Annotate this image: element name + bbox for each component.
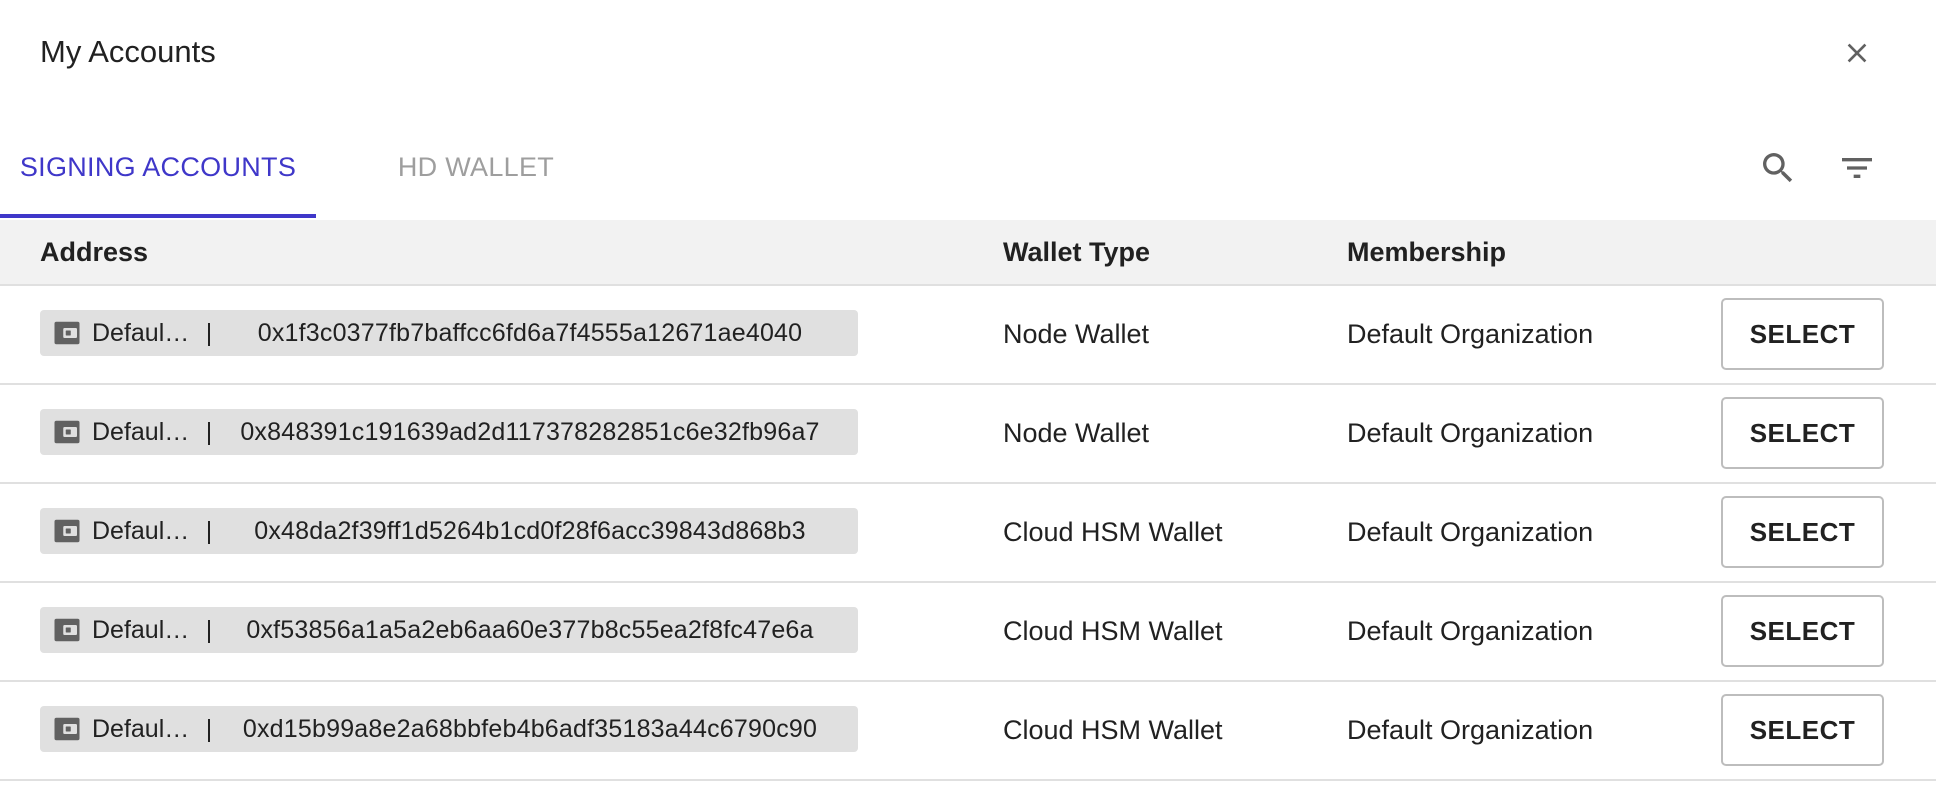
close-button[interactable]: [1830, 26, 1884, 80]
close-icon: [1847, 43, 1867, 63]
accounts-table: Address Wallet Type Membership Defaul… |…: [0, 220, 1936, 781]
address-chip: Defaul… | 0xf53856a1a5a2eb6aa60e377b8c55…: [40, 607, 858, 653]
wallet-icon: [54, 321, 80, 345]
account-name: Defaul…: [92, 615, 190, 644]
membership-cell: Default Organization: [1347, 319, 1594, 349]
wallet-type-cell: Node Wallet: [1003, 418, 1150, 448]
separator: |: [205, 318, 213, 347]
table-row: Defaul… | 0x848391c191639ad2d11737828285…: [0, 385, 1936, 484]
account-address: 0xd15b99a8e2a68bbfeb4b6adf35183a44c6790c…: [242, 714, 818, 743]
dialog-title: My Accounts: [40, 34, 216, 69]
column-header-wallet-type: Wallet Type: [1003, 236, 1151, 267]
select-button[interactable]: SELECT: [1721, 595, 1884, 667]
wallet-type-cell: Cloud HSM Wallet: [1003, 715, 1223, 745]
wallet-icon: [54, 420, 80, 444]
address-chip: Defaul… | 0xd15b99a8e2a68bbfeb4b6adf3518…: [40, 706, 858, 752]
separator: |: [205, 615, 213, 644]
search-button[interactable]: [1748, 138, 1808, 198]
table-row: Defaul… | 0xd15b99a8e2a68bbfeb4b6adf3518…: [0, 682, 1936, 781]
column-header-membership: Membership: [1347, 236, 1507, 267]
membership-cell: Default Organization: [1347, 616, 1594, 646]
column-header-address: Address: [40, 236, 149, 267]
select-button[interactable]: SELECT: [1721, 298, 1884, 370]
account-name: Defaul…: [92, 516, 190, 545]
separator: |: [205, 714, 213, 743]
select-button[interactable]: SELECT: [1721, 397, 1884, 469]
active-tab-indicator: [0, 214, 316, 218]
select-button[interactable]: SELECT: [1721, 694, 1884, 766]
dialog-header: My Accounts: [0, 0, 1936, 104]
account-name: Defaul…: [92, 318, 190, 347]
account-address: 0xf53856a1a5a2eb6aa60e377b8c55ea2f8fc47e…: [246, 615, 814, 644]
account-address: 0x848391c191639ad2d117378282851c6e32fb96…: [240, 417, 820, 446]
account-address: 0x1f3c0377fb7baffcc6fd6a7f4555a12671ae40…: [257, 318, 803, 347]
membership-cell: Default Organization: [1347, 715, 1594, 745]
account-address: 0x48da2f39ff1d5264b1cd0f28f6acc39843d868…: [254, 516, 806, 545]
wallet-type-cell: Node Wallet: [1003, 319, 1150, 349]
filter-button[interactable]: [1827, 138, 1887, 198]
wallet-icon: [54, 618, 80, 642]
wallet-icon: [54, 519, 80, 543]
tab-hd-wallet[interactable]: HD WALLET: [356, 118, 596, 216]
membership-cell: Default Organization: [1347, 418, 1594, 448]
table-row: Defaul… | 0x48da2f39ff1d5264b1cd0f28f6ac…: [0, 484, 1936, 583]
my-accounts-dialog: My Accounts SIGNING ACCOUNTS HD WALLET A…: [0, 0, 1936, 812]
table-row: Defaul… | 0xf53856a1a5a2eb6aa60e377b8c55…: [0, 583, 1936, 682]
tab-bar: SIGNING ACCOUNTS HD WALLET: [0, 118, 1936, 222]
wallet-icon: [54, 717, 80, 741]
membership-cell: Default Organization: [1347, 517, 1594, 547]
select-button[interactable]: SELECT: [1721, 496, 1884, 568]
address-chip: Defaul… | 0x48da2f39ff1d5264b1cd0f28f6ac…: [40, 508, 858, 554]
address-chip: Defaul… | 0x1f3c0377fb7baffcc6fd6a7f4555…: [40, 310, 858, 356]
address-chip: Defaul… | 0x848391c191639ad2d11737828285…: [40, 409, 858, 455]
account-name: Defaul…: [92, 714, 190, 743]
separator: |: [205, 417, 213, 446]
table-row: Defaul… | 0x1f3c0377fb7baffcc6fd6a7f4555…: [0, 286, 1936, 385]
table-header: Address Wallet Type Membership: [0, 220, 1936, 286]
separator: |: [205, 516, 213, 545]
tab-signing-accounts[interactable]: SIGNING ACCOUNTS: [0, 118, 316, 216]
wallet-type-cell: Cloud HSM Wallet: [1003, 517, 1223, 547]
search-icon: [1763, 153, 1793, 183]
wallet-type-cell: Cloud HSM Wallet: [1003, 616, 1223, 646]
account-name: Defaul…: [92, 417, 190, 446]
filter-icon: [1842, 158, 1872, 178]
